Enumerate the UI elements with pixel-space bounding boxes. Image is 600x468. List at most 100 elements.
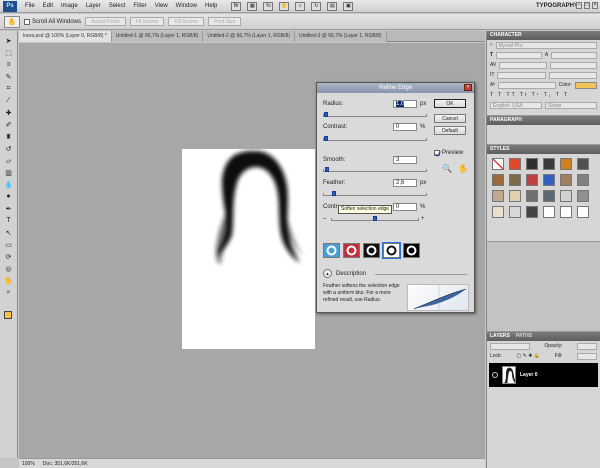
healing-brush-tool-icon[interactable]: ✚ — [2, 107, 16, 118]
layers-panel-header[interactable]: LAYERS PATHS — [487, 332, 600, 341]
on-black-mode-icon[interactable] — [363, 243, 380, 258]
description-toggle-icon[interactable]: ▴ — [323, 269, 332, 278]
mask-mode-icon[interactable] — [403, 243, 420, 258]
description-header[interactable]: ▴ Description — [323, 269, 366, 278]
vertical-scale-field[interactable] — [497, 71, 546, 79]
style-swatch[interactable] — [492, 174, 504, 186]
layer-name[interactable]: Layer 0 — [520, 372, 538, 378]
scroll-all-windows-checkbox[interactable] — [24, 18, 30, 25]
menu-help[interactable]: Help — [201, 0, 221, 13]
style-swatch[interactable] — [577, 190, 589, 202]
fit-screen-button[interactable]: Fit Screen — [129, 17, 165, 26]
on-white-mode-icon[interactable] — [382, 242, 401, 259]
style-swatch[interactable] — [560, 174, 572, 186]
foreground-color-swatch[interactable] — [4, 311, 12, 319]
history-brush-tool-icon[interactable]: ↺ — [2, 143, 16, 154]
extras-icon[interactable]: ▦ — [247, 1, 258, 11]
styles-panel-header[interactable]: STYLES — [487, 145, 600, 154]
3d-orbit-tool-icon[interactable]: ◎ — [2, 263, 16, 274]
style-swatch[interactable] — [543, 158, 555, 170]
preview-option[interactable]: Preview — [434, 150, 463, 157]
style-swatch[interactable] — [509, 158, 521, 170]
style-swatch[interactable] — [509, 206, 521, 218]
style-swatch[interactable] — [526, 206, 538, 218]
style-swatch[interactable] — [560, 158, 572, 170]
smooth-slider-knob[interactable] — [325, 167, 329, 172]
contrast-slider[interactable] — [323, 136, 427, 141]
default-button[interactable]: Default — [434, 126, 466, 135]
contrast-slider-knob[interactable] — [324, 136, 328, 141]
hand-icon[interactable]: ✋ — [279, 1, 290, 11]
language-select[interactable]: English: USA — [490, 101, 542, 109]
style-swatch[interactable] — [492, 190, 504, 202]
hand-tool-icon[interactable]: ✋ — [2, 275, 16, 286]
move-tool-icon[interactable]: ➤ — [2, 35, 16, 46]
dialog-titlebar[interactable]: Refine Edge × — [317, 83, 474, 93]
marquee-tool-icon[interactable]: ⬚ — [2, 47, 16, 58]
layer-row-layer-0[interactable]: Layer 0 — [489, 363, 598, 387]
kerning-field[interactable] — [499, 61, 547, 69]
lasso-tool-icon[interactable]: ↄ — [2, 59, 16, 70]
close-button[interactable]: × — [592, 2, 598, 9]
style-swatch[interactable] — [543, 174, 555, 186]
brush-tool-icon[interactable]: ✐ — [2, 119, 16, 130]
minimize-button[interactable]: – — [576, 2, 582, 9]
document-canvas[interactable] — [182, 149, 315, 349]
bridge-icon[interactable]: Br — [231, 1, 242, 11]
style-swatch[interactable] — [492, 206, 504, 218]
type-tool-icon[interactable]: T — [2, 215, 16, 226]
rotate-view-icon[interactable]: ↻ — [311, 1, 322, 11]
style-swatch[interactable] — [526, 158, 538, 170]
horizontal-scale-field[interactable] — [548, 71, 598, 79]
hand-tool-icon[interactable]: ✋ — [458, 164, 468, 173]
screen-mode-icon[interactable]: ▣ — [343, 1, 354, 11]
contrast-field[interactable]: 0 — [393, 123, 417, 131]
smooth-field[interactable]: 3 — [393, 156, 417, 164]
dodge-tool-icon[interactable]: ● — [2, 191, 16, 202]
ok-button[interactable]: OK — [434, 99, 466, 108]
fill-screen-button[interactable]: Fill Screen — [168, 17, 205, 26]
font-size-field[interactable] — [496, 51, 542, 59]
fill-field[interactable] — [576, 352, 597, 360]
scroll-all-windows-option[interactable]: Scroll All Windows — [24, 18, 81, 25]
standard-mode-icon[interactable] — [323, 243, 340, 258]
style-swatch[interactable] — [509, 174, 521, 186]
eyedropper-tool-icon[interactable]: ⁄ — [2, 95, 16, 106]
style-swatch[interactable] — [543, 190, 555, 202]
tracking-field[interactable] — [549, 61, 597, 69]
font-family-select[interactable]: Myriad Pro — [495, 41, 597, 49]
paths-tab[interactable]: PATHS — [516, 332, 532, 341]
arrange-documents-icon[interactable]: ▤ — [327, 1, 338, 11]
menu-layer[interactable]: Layer — [82, 0, 105, 13]
radius-field[interactable]: 1,0 — [393, 100, 417, 108]
radius-slider[interactable] — [323, 112, 427, 117]
doc-tab-untitled-3[interactable]: Untitled-3 @ 66,7% (Layer 1, RGB/8) — [294, 31, 387, 42]
style-swatch[interactable] — [526, 190, 538, 202]
doc-tab-untitled-2[interactable]: Untitled-2 @ 66,7% (Layer 1, RGB/8) — [203, 31, 295, 42]
print-size-button[interactable]: Print Size — [208, 17, 242, 26]
menu-view[interactable]: View — [151, 0, 172, 13]
3d-rotate-tool-icon[interactable]: ⟳ — [2, 251, 16, 262]
style-swatch[interactable] — [560, 190, 572, 202]
smooth-slider[interactable] — [323, 167, 427, 172]
shape-tool-icon[interactable]: ▭ — [2, 239, 16, 250]
quick-selection-tool-icon[interactable]: ✎ — [2, 71, 16, 82]
character-panel-header[interactable]: CHARACTER — [487, 31, 600, 40]
zoom-tool-icon[interactable]: 🔍 — [442, 164, 452, 173]
layers-tab[interactable]: LAYERS — [490, 332, 510, 341]
menu-filter[interactable]: Filter — [129, 0, 150, 13]
workspace-switcher[interactable]: TYPOGRAPHY — [536, 0, 578, 13]
baseline-shift-field[interactable] — [498, 81, 556, 89]
zoom-tool-icon[interactable]: ⌕ — [2, 287, 16, 298]
tool-preset-hand-icon[interactable]: ✋ — [4, 15, 20, 28]
style-swatch[interactable] — [543, 206, 555, 218]
quick-mask-mode-icon[interactable] — [343, 243, 360, 258]
paragraph-panel-header[interactable]: PARAGRAPH — [487, 116, 600, 125]
contract-expand-field[interactable]: 0 — [393, 203, 417, 211]
contract-expand-slider[interactable] — [331, 216, 419, 221]
crop-tool-icon[interactable]: ⌗ — [2, 83, 16, 94]
style-swatch[interactable] — [526, 174, 538, 186]
style-swatch[interactable] — [577, 206, 589, 218]
dialog-close-button[interactable]: × — [464, 84, 472, 91]
menu-select[interactable]: Select — [105, 0, 130, 13]
